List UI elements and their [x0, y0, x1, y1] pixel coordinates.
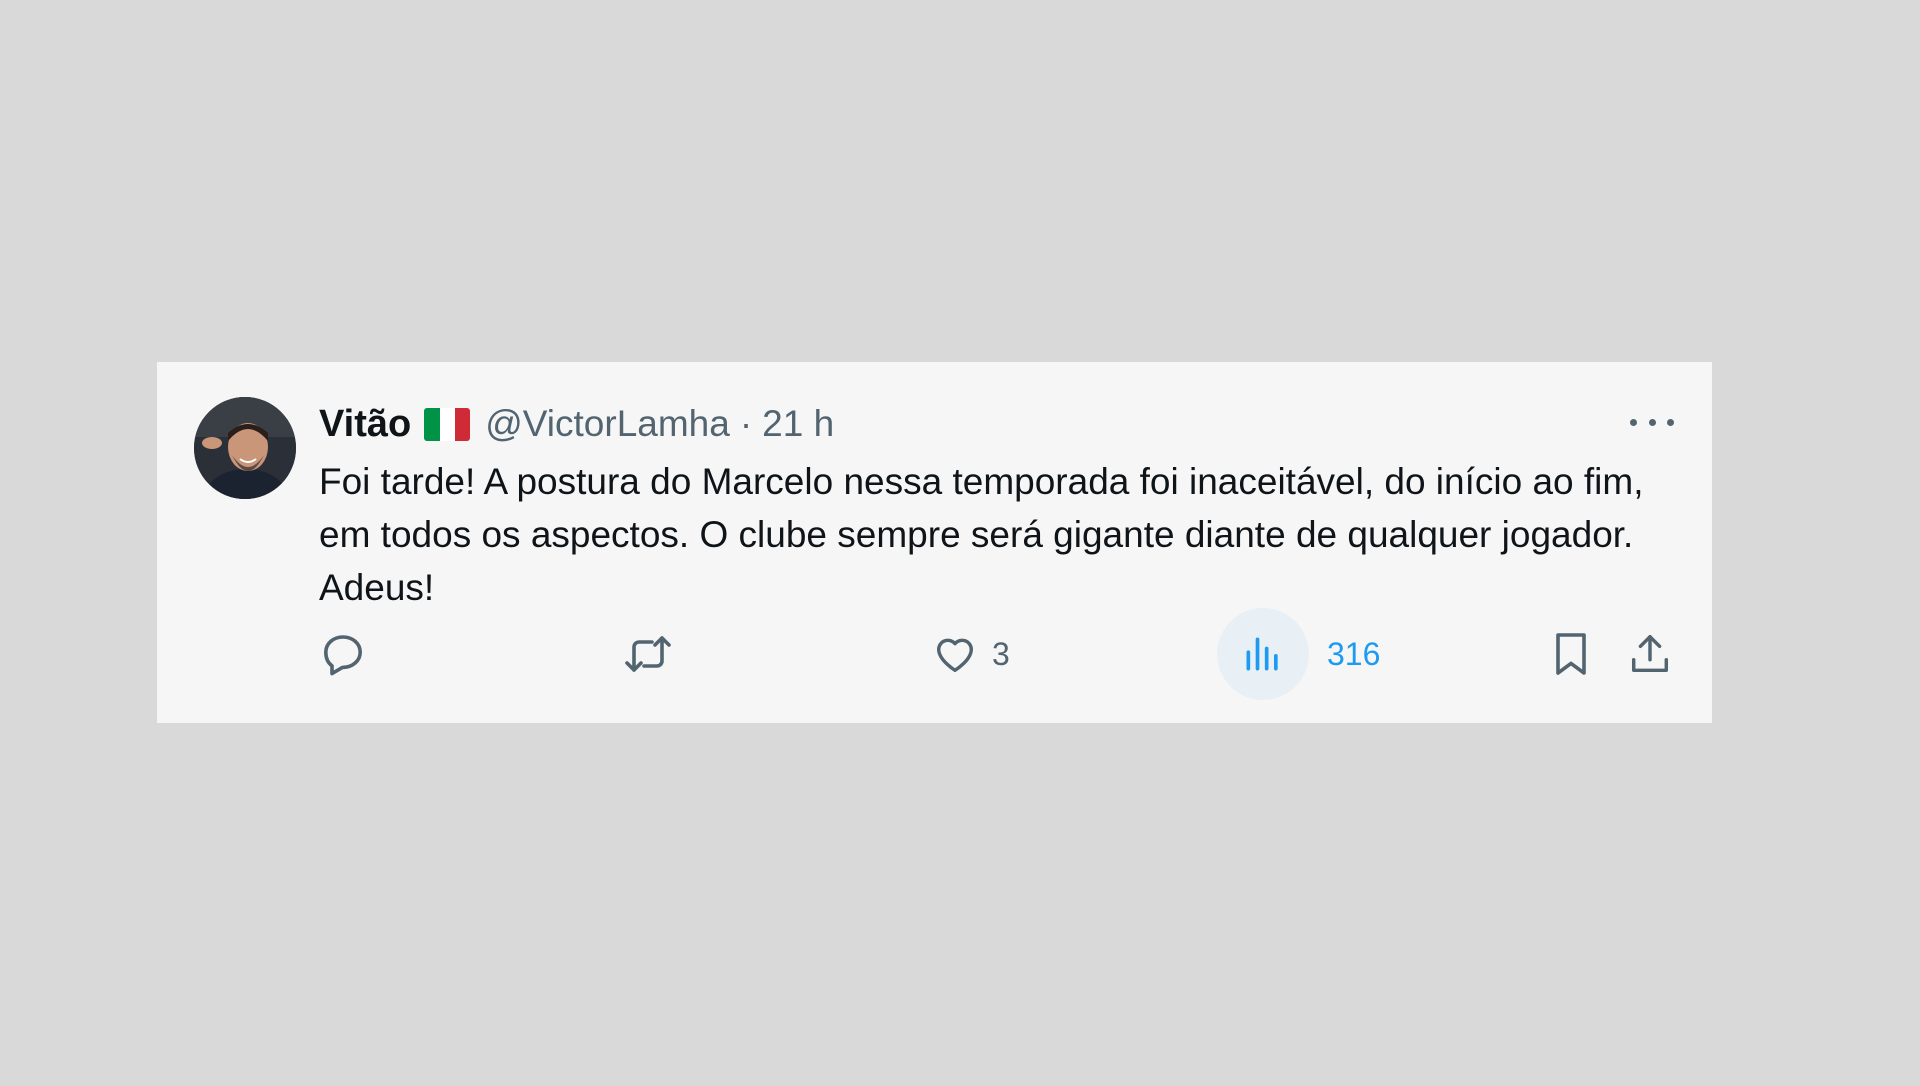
views-button[interactable]: 316: [1217, 608, 1380, 700]
user-handle[interactable]: @VictorLamha: [485, 403, 730, 445]
separator-dot: ·: [739, 403, 753, 444]
bookmark-button[interactable]: [1549, 624, 1593, 684]
avatar[interactable]: [194, 397, 296, 499]
heart-icon: [936, 638, 974, 673]
display-name[interactable]: Vitão: [319, 403, 411, 446]
reply-button[interactable]: [319, 624, 367, 684]
tweet-actions: 3 316: [157, 608, 1712, 700]
views-highlight: [1217, 608, 1309, 700]
like-count: 3: [992, 635, 1010, 672]
views-count: 316: [1327, 635, 1381, 672]
views-icon: [1246, 637, 1278, 671]
share-icon: [1631, 635, 1669, 673]
bookmark-icon: [1556, 633, 1586, 675]
tweet-timestamp[interactable]: 21 h: [762, 403, 834, 445]
like-button[interactable]: 3: [932, 624, 1010, 684]
retweet-icon: [625, 636, 671, 672]
more-options-icon[interactable]: [1630, 408, 1674, 436]
retweet-button[interactable]: [622, 624, 674, 684]
tweet-card[interactable]: Vitão @VictorLamha · 21 h Foi tarde! A p…: [157, 362, 1712, 723]
tweet-header: Vitão @VictorLamha · 21 h: [319, 398, 834, 450]
italy-flag-icon: [424, 407, 471, 441]
tweet-text: Foi tarde! A postura do Marcelo nessa te…: [319, 461, 1644, 608]
reply-icon: [324, 635, 362, 676]
share-button[interactable]: [1627, 624, 1673, 684]
